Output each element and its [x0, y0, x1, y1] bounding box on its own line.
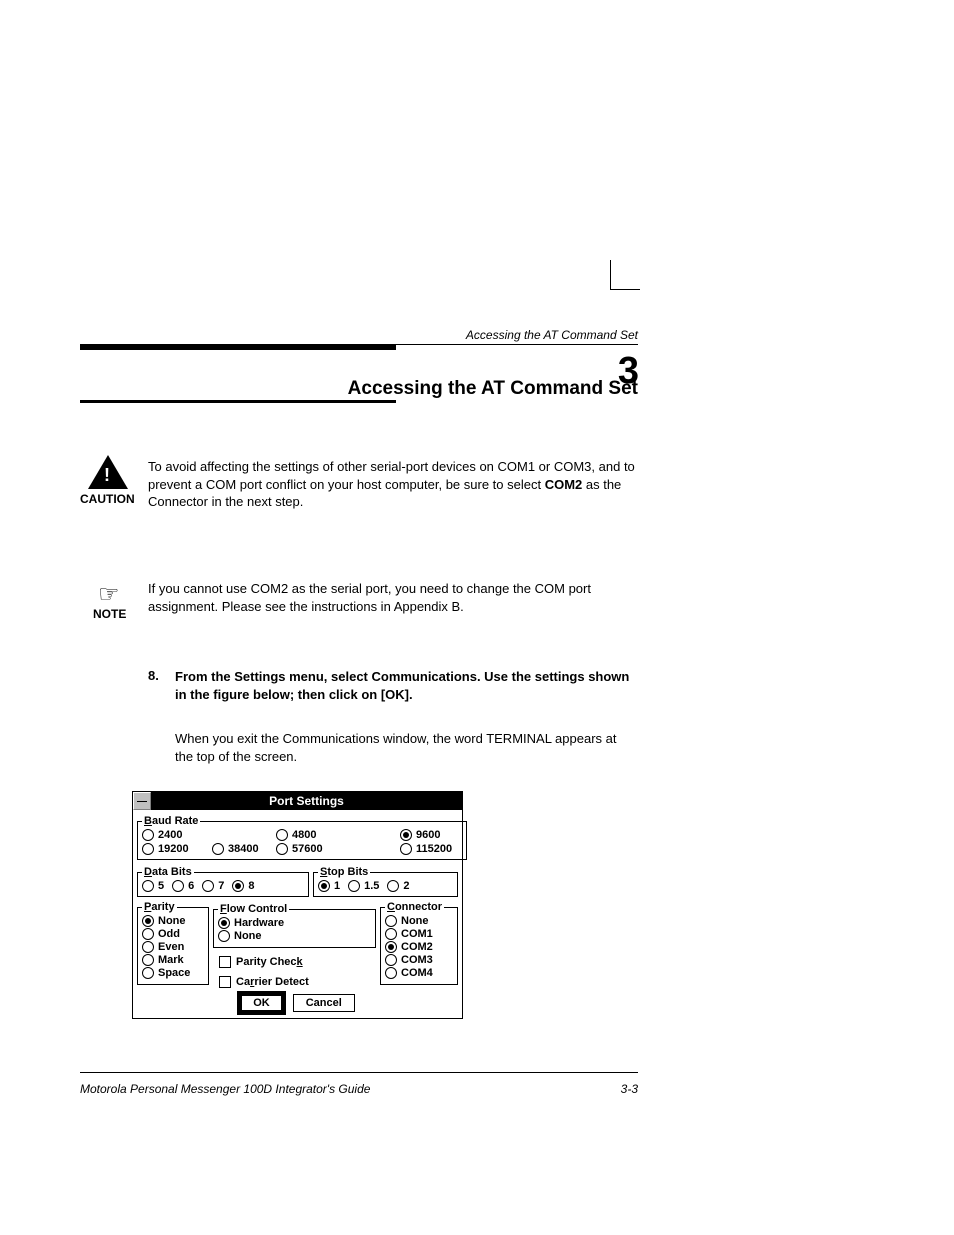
footer-rule: [80, 1072, 638, 1073]
dialog-body: Baud Rate 2400 4800 9600 19200 38400 576…: [133, 810, 462, 1018]
caution-label: CAUTION: [80, 492, 135, 506]
parity-legend: Parity: [142, 901, 177, 913]
note-text: If you cannot use COM2 as the serial por…: [148, 580, 636, 615]
connector-com2[interactable]: COM2: [385, 941, 453, 953]
connector-com4[interactable]: COM4: [385, 967, 453, 979]
caution-text-bold: COM2: [545, 477, 583, 492]
parity-mark[interactable]: Mark: [142, 954, 204, 966]
parity-group: Parity None Odd Even Mark Space: [137, 901, 209, 985]
stopbits-2[interactable]: 2: [387, 880, 409, 892]
parity-none[interactable]: None: [142, 915, 204, 927]
step-number: 8.: [148, 668, 159, 683]
caution-icon: [88, 455, 128, 489]
parity-odd[interactable]: Odd: [142, 928, 204, 940]
flow-control-group: Flow Control Hardware None: [213, 903, 376, 948]
running-head: Accessing the AT Command Set: [466, 328, 638, 342]
footer-text: Motorola Personal Messenger 100D Integra…: [80, 1082, 370, 1096]
baud-rate-legend: Baud Rate: [142, 815, 200, 827]
footer-page-number: 3-3: [621, 1082, 638, 1096]
baud-115200[interactable]: 115200: [400, 843, 462, 855]
baud-57600[interactable]: 57600: [276, 843, 400, 855]
baud-2400[interactable]: 2400: [142, 829, 212, 841]
step-result: When you exit the Communications window,…: [175, 730, 636, 765]
note-icon: ☞: [98, 580, 120, 609]
stopbits-1.5[interactable]: 1.5: [348, 880, 379, 892]
cancel-button[interactable]: Cancel: [293, 994, 355, 1012]
connector-com1[interactable]: COM1: [385, 928, 453, 940]
data-bits-legend: Data Bits: [142, 866, 194, 878]
baud-19200[interactable]: 19200: [142, 843, 212, 855]
flow-none[interactable]: None: [218, 930, 371, 942]
stop-bits-legend: Stop Bits: [318, 866, 370, 878]
baud-4800[interactable]: 4800: [276, 829, 340, 841]
rule-thick-upper: [80, 344, 396, 350]
crop-mark: [610, 260, 640, 290]
stop-bits-group: Stop Bits 1 1.5 2: [313, 866, 458, 897]
titlebar: — Port Settings: [133, 792, 462, 810]
flow-hardware[interactable]: Hardware: [218, 917, 371, 929]
data-bits-group: Data Bits 5 6 7 8: [137, 866, 309, 897]
carrier-detect-checkbox[interactable]: Carrier Detect: [219, 976, 376, 988]
databits-6[interactable]: 6: [172, 880, 194, 892]
step-instruction: From the Settings menu, select Communica…: [175, 668, 636, 703]
connector-com3[interactable]: COM3: [385, 954, 453, 966]
databits-5[interactable]: 5: [142, 880, 164, 892]
dialog-title: Port Settings: [151, 792, 462, 810]
baud-rate-group: Baud Rate 2400 4800 9600 19200 38400 576…: [137, 815, 467, 860]
connector-none[interactable]: None: [385, 915, 453, 927]
connector-legend: Connector: [385, 901, 444, 913]
databits-7[interactable]: 7: [202, 880, 224, 892]
rule-thick-lower: [80, 400, 396, 403]
caution-text: To avoid affecting the settings of other…: [148, 458, 636, 511]
parity-check-checkbox[interactable]: Parity Check: [219, 956, 376, 968]
databits-8[interactable]: 8: [232, 880, 254, 892]
chapter-title: Accessing the AT Command Set: [348, 378, 638, 400]
parity-even[interactable]: Even: [142, 941, 204, 953]
baud-38400[interactable]: 38400: [212, 843, 276, 855]
flow-control-legend: Flow Control: [218, 903, 289, 915]
system-menu-button[interactable]: —: [133, 792, 151, 810]
page: Accessing the AT Command Set 3 Accessing…: [0, 0, 954, 1235]
rule-thin-upper: [396, 344, 638, 345]
connector-group: Connector None COM1 COM2 COM3 COM4: [380, 901, 458, 985]
note-label: NOTE: [93, 607, 126, 621]
port-settings-dialog: — Port Settings Baud Rate 2400 4800 9600…: [132, 791, 463, 1019]
baud-9600[interactable]: 9600: [400, 829, 462, 841]
ok-button[interactable]: OK: [240, 994, 283, 1012]
stopbits-1[interactable]: 1: [318, 880, 340, 892]
parity-space[interactable]: Space: [142, 967, 204, 979]
